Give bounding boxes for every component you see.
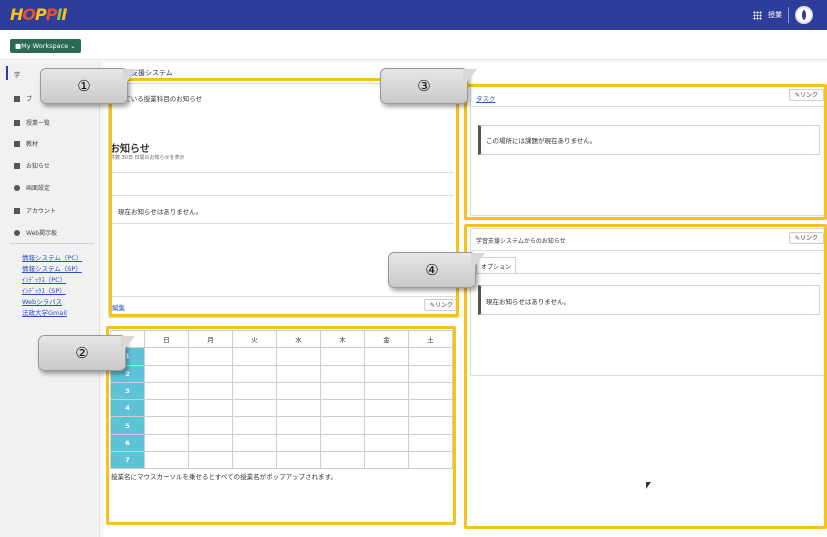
hoppii-logo[interactable]: HOPPII [10, 5, 67, 24]
highlight-frame-2 [106, 326, 456, 525]
folder-icon [14, 140, 20, 147]
sidebar-item-label: 授業一覧 [26, 120, 51, 127]
top-bar: HOPPII 授業 [0, 0, 827, 30]
sidebar-item-label: お知らせ [26, 163, 50, 170]
my-workspace-button[interactable]: ■My Workspace ⌄ [10, 39, 81, 53]
sidebar-item-label: 画面設定 [26, 185, 51, 192]
mouse-cursor-icon [646, 482, 651, 489]
sidebar-link-info-system-sp[interactable]: 情報システム（SP） [22, 263, 82, 273]
logo-letter: I [61, 5, 67, 24]
person-icon [14, 95, 20, 102]
sidebar-item-account[interactable]: アカウント [14, 206, 56, 215]
my-workspace-label: My Workspace [21, 42, 69, 50]
sidebar-link-index-sp[interactable]: ｲﾝﾃﾞｯｸｽ（SP） [22, 285, 66, 295]
sidebar-item-classes[interactable]: 授業一覧 [14, 118, 50, 127]
megaphone-icon [14, 162, 20, 169]
sidebar-item-display-settings[interactable]: 画面設定 [14, 183, 50, 192]
sidebar-item-label: アカウント [26, 208, 57, 215]
sidebar-item-home[interactable]: 学 [14, 70, 20, 79]
divider [788, 7, 789, 23]
sidebar-item-label: 学 [14, 72, 21, 79]
callout-2: ② [38, 335, 135, 371]
user-icon [14, 207, 20, 214]
sidebar-item-label: 教材 [26, 141, 39, 148]
sidebar-item-label: プ [26, 96, 33, 103]
chat-icon [14, 229, 20, 236]
sidebar-link-info-system-pc[interactable]: 情報システム（PC） [22, 252, 82, 262]
logo-letter: H [10, 5, 23, 24]
grid-icon[interactable] [753, 10, 762, 20]
chevron-down-icon: ⌄ [70, 42, 76, 50]
sidebar-item-materials[interactable]: 教材 [14, 139, 38, 148]
callout-4: ④ [388, 252, 485, 288]
sidebar-active-indicator [6, 66, 8, 80]
callout-1: ① [40, 68, 137, 104]
avatar-icon[interactable] [795, 6, 813, 24]
highlight-frame-3 [464, 84, 827, 220]
sidebar-link-web-syllabus[interactable]: Webシラバス [22, 296, 62, 306]
class-icon [14, 119, 20, 126]
sidebar-link-gmail[interactable]: 法政大学Gmail [22, 307, 67, 317]
logo-letter: P [45, 5, 58, 24]
sidebar-item-profile[interactable]: プ [14, 94, 32, 103]
sidebar-item-announcements[interactable]: お知らせ [14, 161, 50, 170]
sidebar-link-index-pc[interactable]: ｲﾝﾃﾞｯｸｽ（PC） [22, 274, 66, 284]
sidebar-item-web-board[interactable]: Web掲示板 [14, 228, 57, 237]
user-label[interactable]: 授業 [768, 10, 782, 20]
workspace-bar: ■My Workspace ⌄ [0, 30, 827, 60]
logo-letter: O [22, 5, 36, 24]
callout-3: ③ [380, 68, 477, 104]
top-right-controls: 授業 [753, 6, 813, 24]
gear-icon [14, 184, 20, 191]
sidebar-item-label: Web掲示板 [26, 230, 58, 237]
logo-letter: P [35, 5, 47, 24]
sidebar-divider [10, 243, 94, 244]
